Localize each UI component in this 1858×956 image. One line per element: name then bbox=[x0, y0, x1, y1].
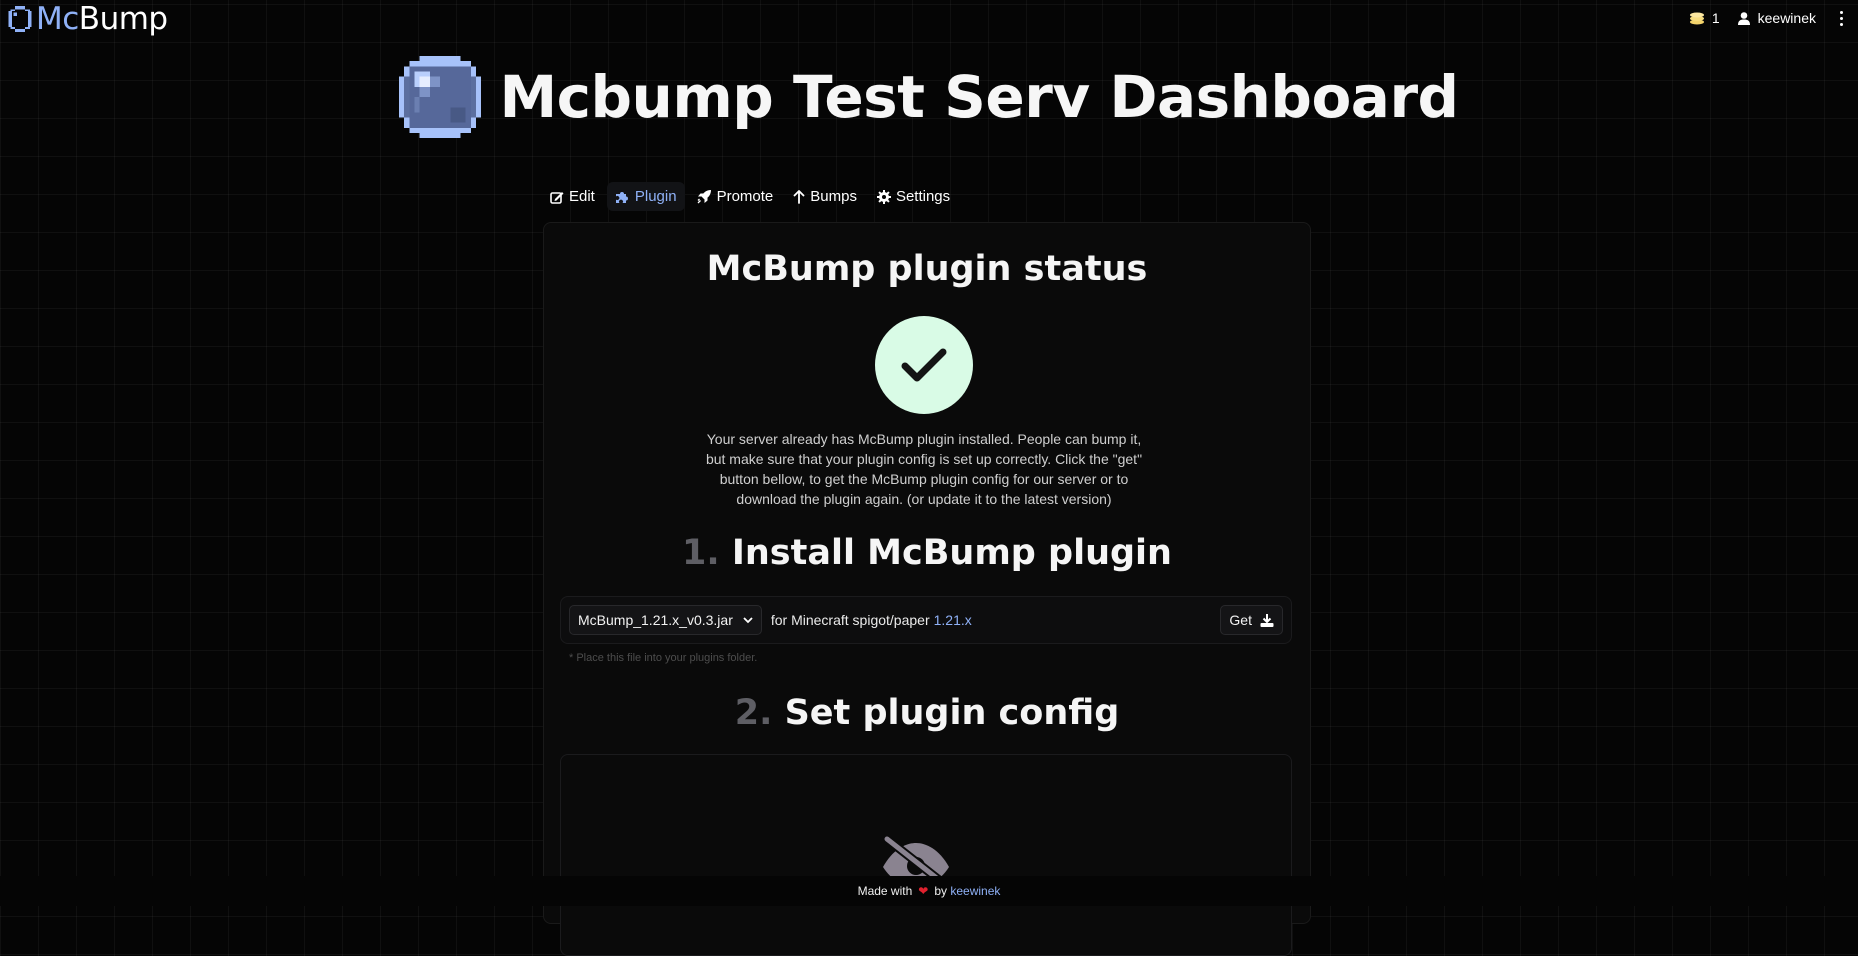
username: keewinek bbox=[1757, 10, 1816, 26]
logo-bump-text: Bump bbox=[78, 1, 168, 37]
download-icon bbox=[1260, 613, 1274, 627]
tab-promote[interactable]: Promote bbox=[689, 182, 782, 211]
plugin-status-description: Your server already has McBump plugin in… bbox=[705, 431, 1143, 507]
top-bar: McBump 1 keewinek bbox=[0, 0, 1858, 40]
selected-file: McBump_1.21.x_v0.3.jar bbox=[578, 612, 733, 628]
coins-icon bbox=[1689, 12, 1704, 25]
tab-label: Bumps bbox=[810, 188, 857, 205]
page-header: Mcbump Test Serv Dashboard bbox=[0, 56, 1858, 138]
chevron-down-icon bbox=[743, 616, 753, 623]
tab-edit[interactable]: Edit bbox=[542, 182, 603, 211]
minecraft-version: 1.21.x bbox=[933, 612, 972, 628]
dashboard-tabs: Edit Plugin Promote Bumps Settings bbox=[542, 182, 958, 211]
more-menu-icon[interactable] bbox=[1838, 10, 1844, 26]
plugin-version-select[interactable]: McBump_1.21.x_v0.3.jar bbox=[569, 605, 762, 635]
plugin-install-hint: * Place this file into your plugins fold… bbox=[569, 652, 758, 664]
step-config-heading: 2. Set plugin config bbox=[544, 693, 1310, 733]
logo-pearl-icon bbox=[8, 6, 32, 32]
plugin-panel: McBump plugin status Your server already… bbox=[543, 222, 1311, 956]
logo-mc-text: Mc bbox=[36, 1, 79, 37]
puzzle-icon bbox=[615, 191, 628, 203]
get-button[interactable]: Get bbox=[1220, 605, 1283, 635]
check-icon bbox=[901, 348, 947, 382]
arrow-up-icon bbox=[793, 189, 805, 204]
footer-made-with: Made with bbox=[857, 884, 913, 898]
page-title: Mcbump Test Serv Dashboard bbox=[499, 63, 1459, 131]
status-success-badge bbox=[875, 316, 973, 414]
gear-icon bbox=[876, 189, 891, 204]
rocket-icon bbox=[697, 190, 711, 204]
plugin-download-row: McBump_1.21.x_v0.3.jar for Minecraft spi… bbox=[560, 596, 1292, 644]
step-install-heading: 1. Install McBump plugin bbox=[544, 533, 1310, 573]
minecraft-compat-label: for Minecraft spigot/paper bbox=[770, 612, 930, 628]
step-title: Set plugin config bbox=[784, 693, 1120, 733]
plugin-config-box bbox=[560, 754, 1292, 956]
ender-pearl-icon bbox=[399, 56, 482, 138]
heart-icon: ❤ bbox=[918, 884, 929, 898]
tab-label: Promote bbox=[716, 188, 774, 205]
user-icon bbox=[1737, 11, 1750, 25]
tab-label: Settings bbox=[895, 188, 951, 205]
tab-settings[interactable]: Settings bbox=[869, 182, 958, 211]
tab-bumps[interactable]: Bumps bbox=[785, 182, 865, 211]
user-menu[interactable]: keewinek bbox=[1737, 10, 1816, 26]
footer: Made with ❤ by keewinek bbox=[0, 876, 1858, 906]
tab-plugin[interactable]: Plugin bbox=[606, 182, 685, 211]
get-label: Get bbox=[1229, 612, 1252, 628]
footer-author-link[interactable]: keewinek bbox=[950, 884, 1000, 898]
step-number: 1. bbox=[682, 533, 720, 573]
coins-balance[interactable]: 1 bbox=[1689, 10, 1720, 26]
tab-label: Edit bbox=[569, 188, 595, 205]
footer-by: by bbox=[934, 884, 948, 898]
step-title: Install McBump plugin bbox=[731, 533, 1172, 573]
step-number: 2. bbox=[734, 693, 773, 733]
edit-icon bbox=[550, 191, 564, 204]
logo[interactable]: McBump bbox=[7, 1, 168, 37]
tab-label: Plugin bbox=[634, 188, 677, 205]
coins-count: 1 bbox=[1711, 10, 1720, 26]
plugin-status-title: McBump plugin status bbox=[706, 249, 1148, 289]
